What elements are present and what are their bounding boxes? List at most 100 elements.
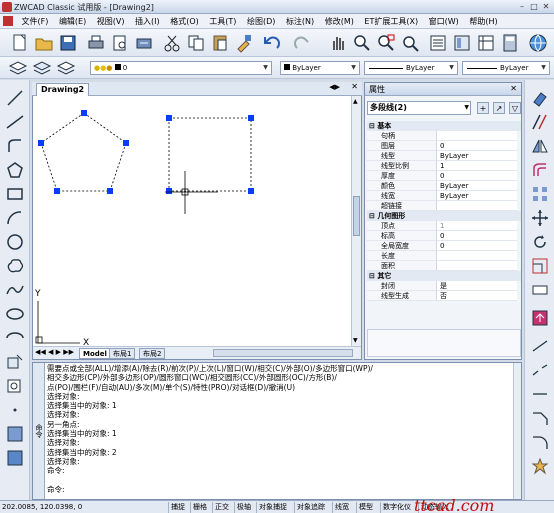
menu-et-tools[interactable]: ET扩展工具(X)	[360, 14, 422, 29]
maximize-button[interactable]: □	[528, 1, 540, 12]
lineweight-combo[interactable]: ByLayer ▼	[462, 61, 550, 75]
redo-icon[interactable]	[292, 33, 312, 53]
rectangle-icon[interactable]	[5, 184, 25, 204]
tab-model[interactable]: Model	[79, 348, 111, 359]
linetype-combo[interactable]: ByLayer ▼	[364, 61, 458, 75]
pentagon-polyline[interactable]	[40, 112, 127, 192]
hatch-icon[interactable]	[5, 424, 25, 444]
toggle-pickadd-icon[interactable]: +	[477, 102, 489, 114]
status-toggle[interactable]: 对象追踪	[294, 502, 327, 513]
zoom-previous-icon[interactable]	[400, 33, 420, 53]
property-row[interactable]: 面积	[367, 261, 521, 271]
print-preview-icon[interactable]	[110, 33, 130, 53]
property-value[interactable]: 是	[437, 281, 517, 291]
close-panel-icon[interactable]: ✕	[510, 84, 517, 93]
point-icon[interactable]	[5, 400, 25, 420]
property-row[interactable]: 超链接	[367, 201, 521, 211]
construction-line-icon[interactable]	[5, 112, 25, 132]
ellipse-icon[interactable]	[5, 304, 25, 324]
paste-icon[interactable]	[210, 33, 230, 53]
drawing-canvas[interactable]: Y X	[33, 96, 351, 346]
menu-insert[interactable]: 插入(I)	[131, 14, 164, 29]
ellipse-arc-icon[interactable]	[5, 328, 25, 348]
close-drawing-icon[interactable]: ✕	[351, 82, 358, 91]
menu-edit[interactable]: 编辑(E)	[55, 14, 90, 29]
menu-file[interactable]: 文件(F)	[18, 14, 53, 29]
join-icon[interactable]	[530, 384, 550, 404]
arc-icon[interactable]	[5, 208, 25, 228]
vertical-scrollbar[interactable]: ▲ ▼	[351, 96, 361, 346]
selection-dropdown[interactable]: 多段线(2) ▼	[367, 101, 471, 115]
match-properties-icon[interactable]	[234, 33, 254, 53]
move-icon[interactable]	[530, 208, 550, 228]
spline-icon[interactable]	[5, 280, 25, 300]
property-row[interactable]: 线型比例 1	[367, 161, 521, 171]
explode-icon[interactable]	[530, 456, 550, 476]
calculator-icon[interactable]	[500, 33, 520, 53]
menu-modify[interactable]: 修改(M)	[321, 14, 358, 29]
property-row[interactable]: 颜色 ByLayer	[367, 181, 521, 191]
property-row[interactable]: 图层 0	[367, 141, 521, 151]
property-value[interactable]	[437, 201, 517, 211]
open-folder-icon[interactable]	[34, 33, 54, 53]
status-toggle[interactable]: 线宽	[332, 502, 351, 513]
properties-icon[interactable]	[428, 33, 448, 53]
menu-tools[interactable]: 工具(T)	[205, 14, 240, 29]
layer-previous-icon[interactable]	[56, 58, 76, 78]
property-value[interactable]: 0	[437, 241, 517, 251]
print-icon[interactable]	[86, 33, 106, 53]
property-value[interactable]	[437, 131, 517, 141]
property-row[interactable]: 全局宽度 0	[367, 241, 521, 251]
property-row[interactable]: 长度	[367, 251, 521, 261]
make-block-icon[interactable]	[5, 376, 25, 396]
menu-view[interactable]: 视图(V)	[93, 14, 129, 29]
break-icon[interactable]	[530, 360, 550, 380]
property-row[interactable]: 线型 ByLayer	[367, 151, 521, 161]
property-row[interactable]: 标高 0	[367, 231, 521, 241]
property-category[interactable]: ⊟ 几何图形	[367, 211, 521, 221]
property-value[interactable]: 否	[437, 291, 517, 301]
property-value[interactable]: 0	[437, 231, 517, 241]
quick-select-icon[interactable]: ▽	[509, 102, 521, 114]
zoom-window-icon[interactable]	[376, 33, 396, 53]
property-row[interactable]: 顶点 1	[367, 221, 521, 231]
select-objects-icon[interactable]: ↗	[493, 102, 505, 114]
layer-manager-icon[interactable]	[8, 58, 28, 78]
status-toggle[interactable]: 模型	[356, 502, 375, 513]
publish-icon[interactable]	[134, 33, 154, 53]
menu-help[interactable]: 帮助(H)	[465, 14, 501, 29]
tab-nav-icon[interactable]: ◀◀ ◀ ▶ ▶▶	[35, 348, 74, 356]
polyline-icon[interactable]	[5, 136, 25, 156]
revision-cloud-icon[interactable]	[5, 256, 25, 276]
menu-format[interactable]: 格式(O)	[166, 14, 203, 29]
copy-icon[interactable]	[186, 33, 206, 53]
tab-layout1[interactable]: 布局1	[109, 348, 136, 359]
color-combo[interactable]: ByLayer ▼	[280, 61, 360, 75]
tab-layout2[interactable]: 布局2	[139, 348, 166, 359]
status-toggle[interactable]: 对象捕捉	[256, 502, 289, 513]
property-row[interactable]: 线型生成否	[367, 291, 521, 301]
status-toggle[interactable]: 正交	[212, 502, 231, 513]
polygon-icon[interactable]	[5, 160, 25, 180]
property-value[interactable]	[437, 261, 517, 271]
property-value[interactable]	[437, 251, 517, 261]
menu-window[interactable]: 窗口(W)	[425, 14, 463, 29]
circle-icon[interactable]	[5, 232, 25, 252]
extend-icon[interactable]	[530, 336, 550, 356]
design-center-icon[interactable]	[452, 33, 472, 53]
trim-icon[interactable]	[530, 308, 550, 328]
property-category[interactable]: ⊟ 基本	[367, 121, 521, 131]
zoom-realtime-icon[interactable]	[352, 33, 372, 53]
menu-dimension[interactable]: 标注(N)	[282, 14, 318, 29]
copy-object-icon[interactable]	[530, 112, 550, 132]
property-row[interactable]: 厚度 0	[367, 171, 521, 181]
help-globe-icon[interactable]	[528, 33, 548, 53]
undo-icon[interactable]	[262, 33, 282, 53]
property-row[interactable]: 封闭是	[367, 281, 521, 291]
horizontal-scrollbar[interactable]	[213, 349, 353, 357]
tool-palettes-icon[interactable]	[476, 33, 496, 53]
pan-icon[interactable]	[328, 33, 348, 53]
fillet-icon[interactable]	[530, 432, 550, 452]
line-icon[interactable]	[5, 88, 25, 108]
status-toggle[interactable]: 栅格	[190, 502, 209, 513]
